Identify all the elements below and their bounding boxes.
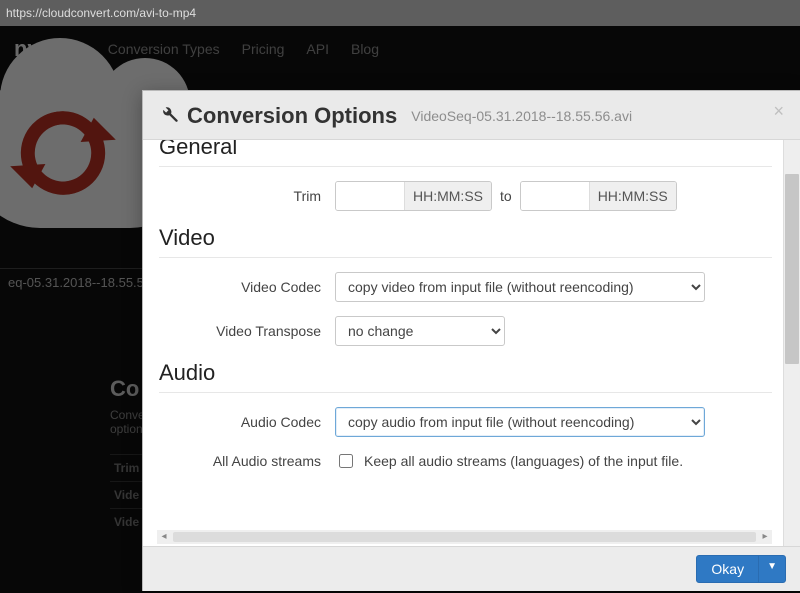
modal-title: Conversion Options xyxy=(187,103,397,129)
row-video-codec: Video Codec copy video from input file (… xyxy=(159,272,772,302)
conversion-options-modal: Conversion Options VideoSeq-05.31.2018--… xyxy=(142,90,800,591)
label-all-audio: All Audio streams xyxy=(159,453,335,469)
text-keep-all-audio: Keep all audio streams (languages) of th… xyxy=(364,453,683,469)
horizontal-scrollbar[interactable]: ◂ ▸ xyxy=(157,530,772,544)
checkbox-all-audio[interactable] xyxy=(339,454,353,468)
row-video-transpose: Video Transpose no change xyxy=(159,316,772,346)
modal-header: Conversion Options VideoSeq-05.31.2018--… xyxy=(143,91,800,140)
browser-address-bar[interactable]: https://cloudconvert.com/avi-to-mp4 xyxy=(0,0,800,26)
modal-footer: Okay ▼ xyxy=(143,546,800,591)
label-to: to xyxy=(500,188,512,204)
modal-body: General Trim HH:MM:SS to HH:MM:SS Video xyxy=(143,140,800,546)
label-video-codec: Video Codec xyxy=(159,279,335,295)
section-video: Video xyxy=(159,225,772,251)
row-all-audio: All Audio streams Keep all audio streams… xyxy=(159,451,772,471)
divider xyxy=(159,392,772,393)
hscroll-left-icon[interactable]: ◂ xyxy=(157,530,171,544)
trim-from-input[interactable] xyxy=(336,182,404,210)
label-trim: Trim xyxy=(159,188,335,204)
select-audio-codec[interactable]: copy audio from input file (without reen… xyxy=(335,407,705,437)
close-icon[interactable]: × xyxy=(773,101,784,122)
okay-button-caret-icon[interactable]: ▼ xyxy=(758,556,785,582)
select-video-transpose[interactable]: no change xyxy=(335,316,505,346)
trim-to: HH:MM:SS xyxy=(520,181,677,211)
section-general: General xyxy=(159,140,772,160)
okay-button-label: Okay xyxy=(697,556,758,582)
modal-filename: VideoSeq-05.31.2018--18.55.56.avi xyxy=(411,108,632,124)
trim-to-hint: HH:MM:SS xyxy=(589,182,676,210)
url-text: https://cloudconvert.com/avi-to-mp4 xyxy=(6,6,196,20)
select-video-codec[interactable]: copy video from input file (without reen… xyxy=(335,272,705,302)
divider xyxy=(159,166,772,167)
row-audio-codec: Audio Codec copy audio from input file (… xyxy=(159,407,772,437)
row-trim: Trim HH:MM:SS to HH:MM:SS xyxy=(159,181,772,211)
section-audio: Audio xyxy=(159,360,772,386)
divider xyxy=(159,257,772,258)
hscroll-thumb[interactable] xyxy=(173,532,756,542)
label-video-transpose: Video Transpose xyxy=(159,323,335,339)
hscroll-right-icon[interactable]: ▸ xyxy=(758,530,772,544)
trim-to-input[interactable] xyxy=(521,182,589,210)
wrench-icon xyxy=(159,104,179,129)
trim-from: HH:MM:SS xyxy=(335,181,492,211)
trim-from-hint: HH:MM:SS xyxy=(404,182,491,210)
label-audio-codec: Audio Codec xyxy=(159,414,335,430)
okay-button[interactable]: Okay ▼ xyxy=(696,555,786,583)
